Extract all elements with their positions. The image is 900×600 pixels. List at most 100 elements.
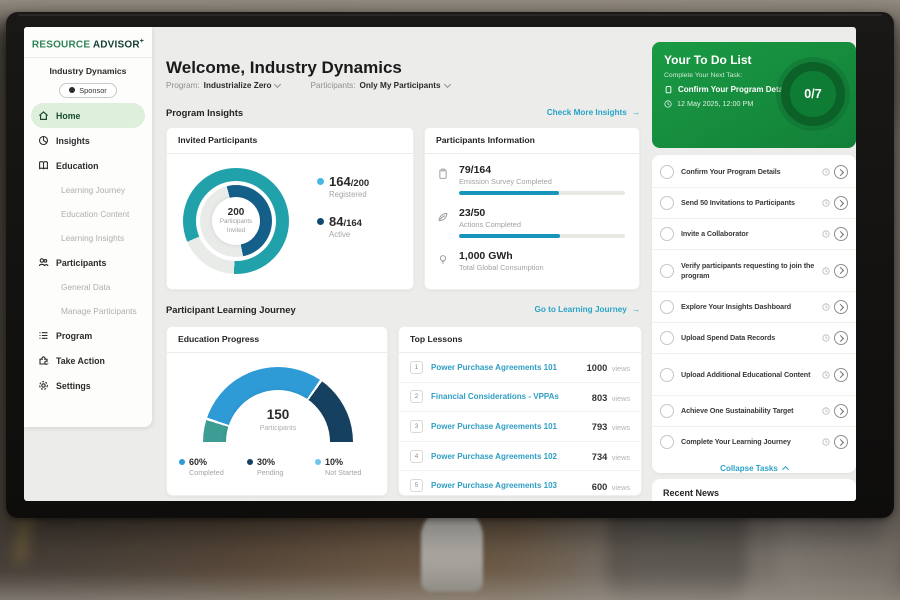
sidebar: RESOURCE ADVISOR+ Industry Dynamics Spon…: [24, 27, 152, 427]
sidebar-item-general-data[interactable]: General Data: [24, 275, 152, 299]
task-open-button[interactable]: [834, 331, 848, 345]
brand-primary: RESOURCE: [32, 39, 90, 50]
main-content: Welcome, Industry Dynamics Program: Indu…: [164, 27, 642, 501]
progress-fill: [459, 191, 559, 195]
legend-dot: [317, 218, 324, 225]
collapse-label: Collapse Tasks: [720, 464, 778, 473]
learning-journey-header: Participant Learning Journey Go to Learn…: [166, 304, 640, 315]
lesson-link[interactable]: Power Purchase Agreements 103: [431, 481, 592, 490]
rank-badge: 2: [410, 390, 423, 403]
lesson-link[interactable]: Financial Considerations - VPPAs: [431, 392, 592, 401]
monitor-bezel: RESOURCE ADVISOR+ Industry Dynamics Spon…: [6, 12, 894, 518]
collapse-tasks-link[interactable]: Collapse Tasks: [652, 457, 856, 479]
sidebar-item-manage-participants[interactable]: Manage Participants: [24, 299, 152, 323]
todo-progress-value: 0/7: [804, 87, 821, 101]
legend-label: Registered: [329, 190, 369, 199]
sponsor-badge[interactable]: Sponsor: [59, 83, 117, 98]
chevron-right-icon: [837, 267, 844, 274]
task-open-button[interactable]: [834, 435, 848, 449]
progress-track: [459, 234, 625, 238]
recent-news-title: Recent News: [663, 488, 719, 498]
chevron-right-icon: [837, 230, 844, 237]
list-icon: [38, 330, 49, 341]
task-open-button[interactable]: [834, 165, 848, 179]
task-open-button[interactable]: [834, 368, 848, 382]
sponsor-icon: [69, 87, 75, 93]
legend-item-pending: 30% Pending: [247, 457, 315, 477]
leaf-icon: [437, 210, 449, 228]
donut-center-value: 200: [228, 207, 245, 218]
sidebar-item-home[interactable]: Home: [31, 103, 145, 128]
sidebar-item-label: Home: [56, 111, 80, 121]
go-to-learning-journey-link[interactable]: Go to Learning Journey →: [534, 305, 640, 314]
task-checkbox[interactable]: [660, 435, 674, 449]
task-open-button[interactable]: [834, 196, 848, 210]
sidebar-item-program[interactable]: Program: [24, 323, 152, 348]
program-dropdown[interactable]: Program: Industrialize Zero: [166, 81, 280, 90]
arrow-right-icon: →: [632, 305, 640, 314]
card-title: Top Lessons: [399, 327, 641, 353]
todo-due-date: 12 May 2025, 12:00 PM: [677, 99, 753, 108]
todo-summary-card: Your To Do List Complete Your Next Task:…: [652, 42, 856, 148]
stat-label: Actions Completed: [459, 220, 625, 229]
sidebar-item-participants[interactable]: Participants: [24, 250, 152, 275]
gauge-center-value: 150: [203, 407, 353, 422]
task-checkbox[interactable]: [660, 300, 674, 314]
sidebar-item-take-action[interactable]: Take Action: [24, 348, 152, 373]
lesson-row: 2 Financial Considerations - VPPAs 803 v…: [399, 383, 641, 413]
task-open-button[interactable]: [834, 227, 848, 241]
stat-row-actions: 23/50 Actions Completed: [437, 207, 625, 238]
participants-label: Participants:: [310, 81, 355, 90]
link-label: Go to Learning Journey: [534, 305, 626, 314]
lesson-link[interactable]: Power Purchase Agreements 101: [431, 422, 592, 431]
sidebar-item-learning-journey[interactable]: Learning Journey: [24, 178, 152, 202]
legend-dot: [317, 178, 324, 185]
views: 600 views: [592, 477, 630, 495]
rank-badge: 1: [410, 361, 423, 374]
chevron-right-icon: [837, 438, 844, 445]
todo-progress-ring: 0/7: [781, 62, 845, 126]
sidebar-item-education-content[interactable]: Education Content: [24, 202, 152, 226]
card-title: Participants Information: [425, 128, 639, 154]
lesson-row: 1 Power Purchase Agreements 101 1000 vie…: [399, 353, 641, 383]
donut-center-label-2: Invited: [227, 227, 245, 235]
filter-bar: Program: Industrialize Zero Participants…: [166, 81, 450, 90]
task-checkbox[interactable]: [660, 264, 674, 278]
check-more-insights-link[interactable]: Check More Insights →: [547, 108, 640, 117]
task-checkbox[interactable]: [660, 331, 674, 345]
legend-dot: [315, 459, 321, 465]
education-progress-card: Education Progress 150 Participants 60% …: [166, 326, 388, 496]
task-open-button[interactable]: [834, 300, 848, 314]
task-checkbox[interactable]: [660, 196, 674, 210]
clock-icon: [822, 230, 830, 238]
sidebar-item-settings[interactable]: Settings: [24, 373, 152, 398]
task-checkbox[interactable]: [660, 368, 674, 382]
clock-icon: [822, 407, 830, 415]
stat-label: Emission Survey Completed: [459, 177, 625, 186]
legend-pct: 30%: [257, 457, 275, 467]
sidebar-item-learning-insights[interactable]: Learning Insights: [24, 226, 152, 250]
insights-pie-icon: [38, 135, 49, 146]
task-label: Send 50 Invitations to Participants: [681, 198, 818, 207]
task-checkbox[interactable]: [660, 404, 674, 418]
task-checkbox[interactable]: [660, 165, 674, 179]
lesson-link[interactable]: Power Purchase Agreements 102: [431, 452, 592, 461]
views: 734 views: [592, 447, 630, 465]
legend-value: 164/200: [329, 174, 369, 189]
lesson-link[interactable]: Power Purchase Agreements 101: [431, 363, 587, 372]
legend-label: Active: [329, 230, 369, 239]
task-checkbox[interactable]: [660, 227, 674, 241]
sidebar-item-insights[interactable]: Insights: [24, 128, 152, 153]
sidebar-subitem-label: Learning Insights: [61, 233, 124, 243]
task-row: Invite a Collaborator: [652, 219, 856, 250]
puzzle-icon: [38, 355, 49, 366]
task-open-button[interactable]: [834, 264, 848, 278]
clock-icon: [822, 371, 830, 379]
sidebar-subitem-label: Manage Participants: [61, 306, 137, 316]
task-open-button[interactable]: [834, 404, 848, 418]
rank-badge: 5: [410, 479, 423, 492]
participants-dropdown[interactable]: Participants: Only My Participants: [310, 81, 449, 90]
sidebar-item-education[interactable]: Education: [24, 153, 152, 178]
lesson-row: 5 Power Purchase Agreements 103 600 view…: [399, 471, 641, 500]
legend-pct: 60%: [189, 457, 207, 467]
